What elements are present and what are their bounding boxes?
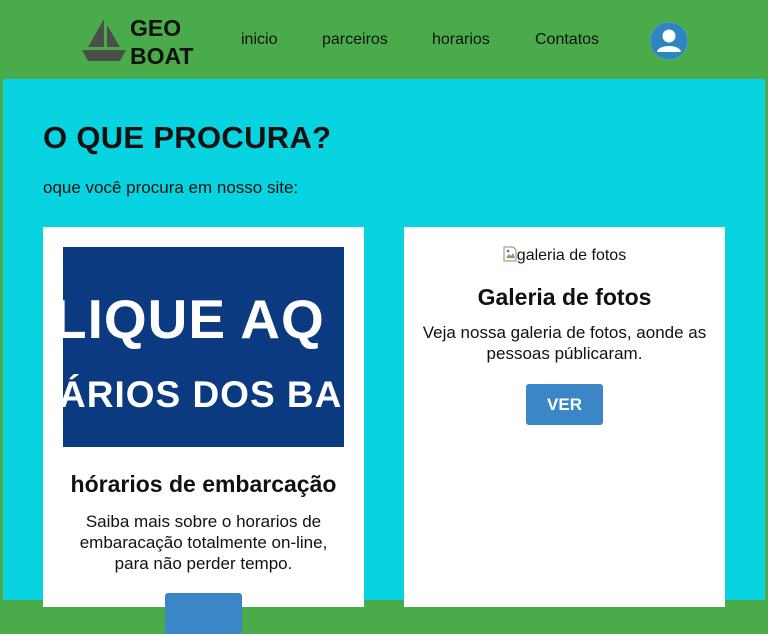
gallery-image[interactable]: galeria de fotos	[404, 246, 725, 265]
logo-line-2: BOAT	[130, 43, 194, 69]
user-icon	[650, 22, 688, 60]
card-horarios: LIQUE AQ ÁRIOS DOS BAR hórarios de embar…	[43, 227, 364, 634]
card-text: Saiba mais sobre o horarios de embaracaç…	[79, 512, 328, 573]
banner-line-1: LIQUE AQ	[63, 288, 325, 350]
card-title: Galeria de fotos	[477, 284, 652, 310]
card-galeria: galeria de fotos Galeria de fotos Veja n…	[404, 227, 725, 607]
nav-parceiros[interactable]: parceiros	[322, 31, 388, 49]
nav-contatos[interactable]: Contatos	[535, 31, 599, 49]
nav-horarios[interactable]: horarios	[432, 31, 490, 49]
nav-inicio[interactable]: inicio	[241, 31, 277, 49]
gallery-image-alt: galeria de fotos	[516, 247, 627, 264]
ver-button[interactable]: VER	[526, 384, 603, 425]
site-header: GEO BOAT inicio parceiros horarios Conta…	[0, 0, 768, 79]
banner-line-2: ÁRIOS DOS BAR	[63, 374, 344, 415]
logo[interactable]: GEO BOAT	[80, 14, 200, 69]
user-avatar[interactable]	[650, 22, 688, 60]
broken-image-icon	[503, 246, 517, 262]
logo-text: GEO BOAT	[130, 14, 193, 70]
boat-logo-icon	[82, 19, 126, 61]
logo-line-1: GEO	[130, 15, 182, 41]
schedule-banner-image[interactable]: LIQUE AQ ÁRIOS DOS BAR	[63, 247, 344, 447]
card-text: Veja nossa galeria de fotos, aonde as pe…	[422, 323, 707, 363]
horarios-button[interactable]	[165, 593, 242, 634]
page-subtitle: oque você procura em nosso site:	[43, 178, 299, 197]
main-content: O QUE PROCURA? oque você procura em noss…	[3, 79, 765, 634]
page-title: O QUE PROCURA?	[43, 120, 332, 155]
card-title: hórarios de embarcação	[70, 471, 337, 497]
